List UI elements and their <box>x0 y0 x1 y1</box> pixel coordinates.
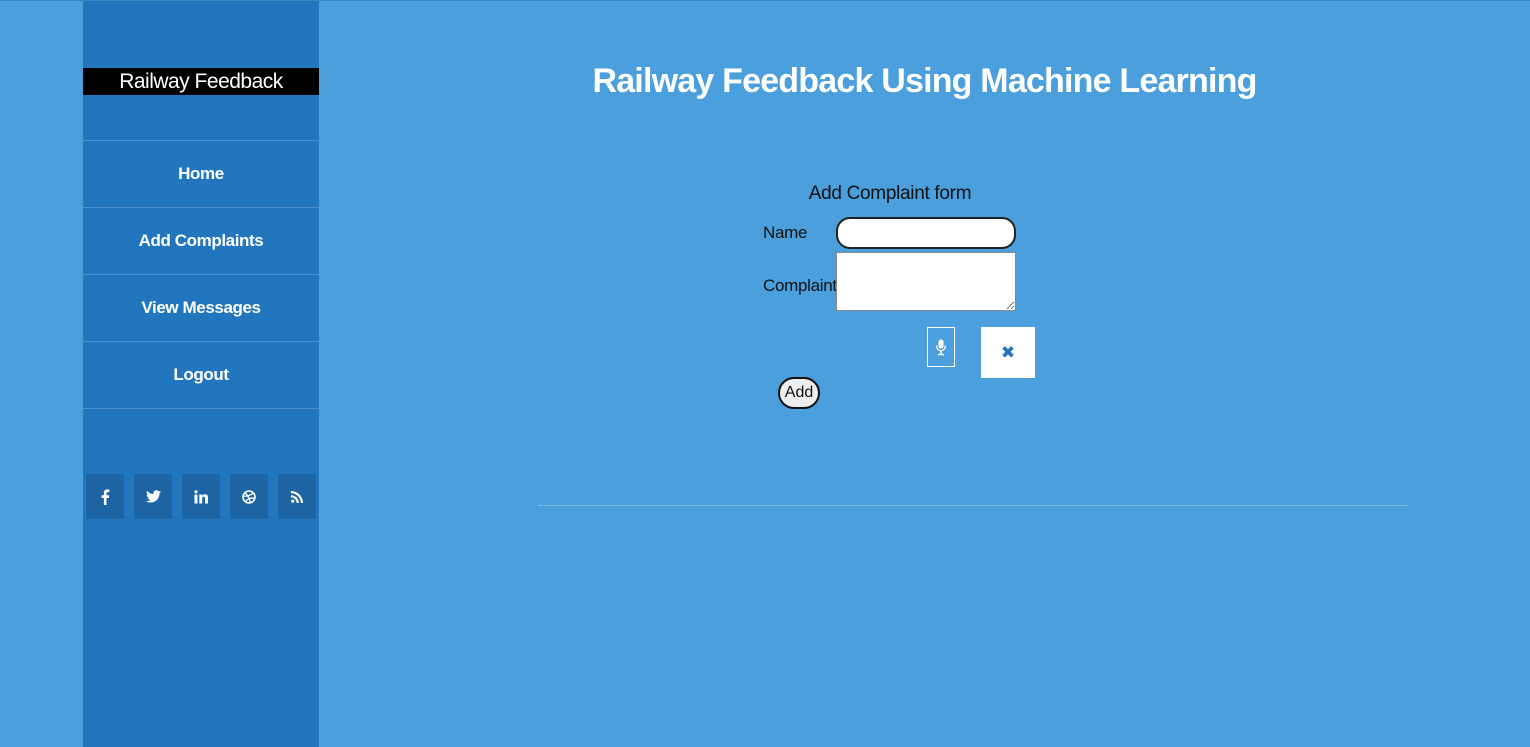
microphone-icon <box>936 339 946 355</box>
dribbble-icon[interactable] <box>230 474 268 519</box>
close-icon: ✖ <box>1000 342 1016 362</box>
page-title: Railway Feedback Using Machine Learning <box>592 62 1257 100</box>
linkedin-icon[interactable] <box>182 474 220 519</box>
clear-button[interactable]: ✖ <box>981 327 1035 378</box>
nav-item-logout[interactable]: Logout <box>83 342 319 409</box>
nav-item-view-messages[interactable]: View Messages <box>83 275 319 342</box>
nav-item-add-complaints[interactable]: Add Complaints <box>83 208 319 275</box>
social-links <box>86 474 318 519</box>
nav-item-home[interactable]: Home <box>83 141 319 208</box>
name-input[interactable] <box>836 217 1016 249</box>
facebook-icon[interactable] <box>86 474 124 519</box>
form-title: Add Complaint form <box>808 183 972 204</box>
brand-title: Railway Feedback <box>83 68 319 95</box>
microphone-button[interactable] <box>927 327 955 367</box>
complaint-textarea[interactable] <box>836 252 1016 311</box>
name-label: Name <box>763 223 808 242</box>
sidebar: Railway Feedback Home Add Complaints Vie… <box>83 1 319 747</box>
rss-icon[interactable] <box>278 474 316 519</box>
complaint-label: Complaint <box>763 276 837 295</box>
page: Railway Feedback Home Add Complaints Vie… <box>0 0 1530 747</box>
divider <box>538 505 1408 506</box>
twitter-icon[interactable] <box>134 474 172 519</box>
sidebar-nav: Home Add Complaints View Messages Logout <box>83 140 319 409</box>
add-button[interactable]: Add <box>778 377 820 409</box>
